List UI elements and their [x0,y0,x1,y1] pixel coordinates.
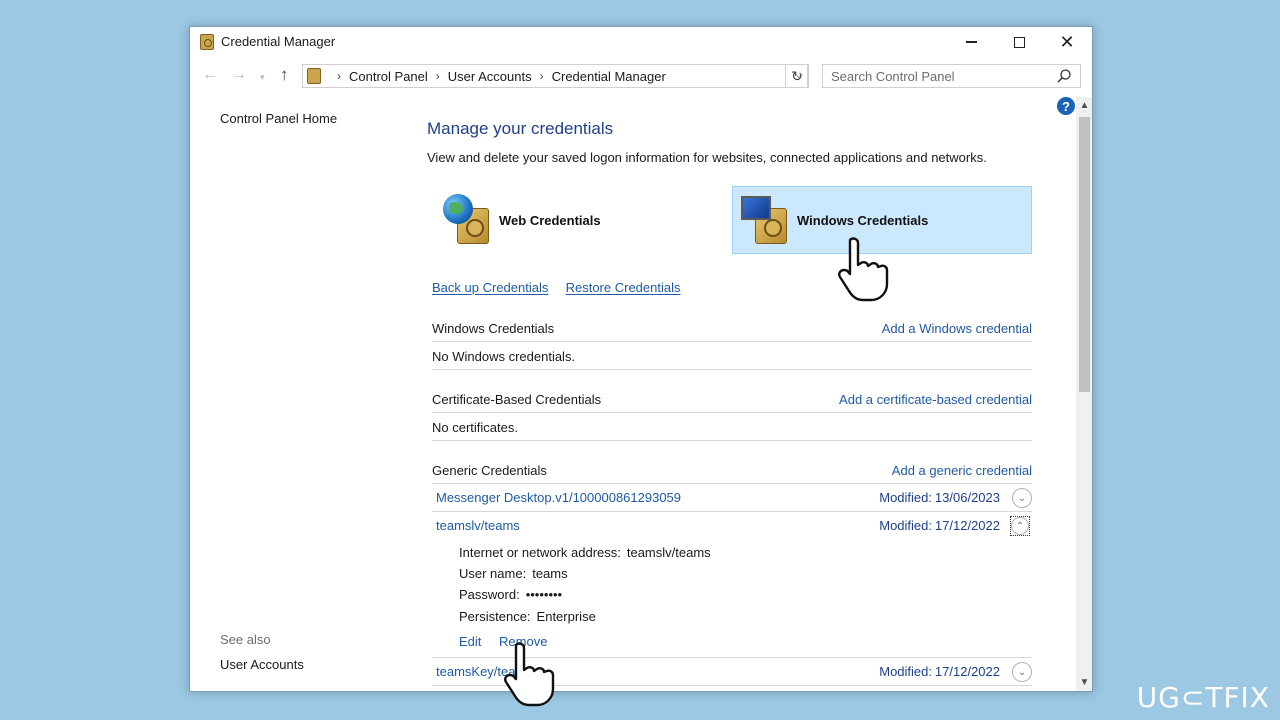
refresh-button[interactable]: ↻ [785,64,809,88]
expand-chevron-icon[interactable]: ⌄ [1012,488,1032,508]
address-label: Internet or network address: [459,545,621,560]
certificate-credentials-section-header: Certificate-Based Credentials Add a cert… [432,388,1032,412]
detail-password: Password: •••••••• [459,587,562,602]
close-button[interactable]: ✕ [1044,27,1090,57]
refresh-icon: ↻ [791,67,803,84]
generic-credentials-section-header: Generic Credentials Add a generic creden… [432,459,1032,483]
breadcrumb-separator-icon[interactable]: › [337,69,341,83]
web-credentials-label: Web Credentials [499,212,601,228]
credential-name[interactable]: teamslv/teams [436,518,520,533]
credential-manager-icon [200,34,214,50]
forward-arrow-icon[interactable]: → [231,66,247,84]
modified-label: Modified: [879,518,932,533]
modified-label: Modified: [879,664,932,679]
windows-credentials-section-header: Windows Credentials Add a Windows creden… [432,317,1032,341]
password-value: •••••••• [525,587,563,602]
user-accounts-link[interactable]: User Accounts [220,657,304,672]
credential-row-expanded[interactable]: teamslv/teams Modified: 17/12/2022 ⌃ [432,513,1032,539]
add-generic-credential-link[interactable]: Add a generic credential [892,463,1032,478]
address-bar[interactable]: › Control Panel › User Accounts › Creden… [302,64,808,88]
minimize-icon [965,41,977,43]
no-windows-credentials-text: No Windows credentials. [432,349,576,364]
recent-locations-chevron-icon[interactable]: ▾ [260,72,265,83]
web-credentials-tile[interactable]: Web Credentials [435,186,735,254]
close-icon: ✕ [1059,31,1075,52]
credential-name[interactable]: Messenger Desktop.v1/100000861293059 [436,490,681,505]
modified-date: 17/12/2022 [934,664,1000,679]
navigation-bar: ← → ▾ ↑ › Control Panel › User Accounts … [190,61,1092,91]
windows-credentials-label: Windows Credentials [797,212,929,228]
minimize-button[interactable] [948,27,994,57]
control-panel-home-link[interactable]: Control Panel Home [220,111,337,126]
persistence-label: Persistence: [459,609,531,624]
collapse-chevron-icon[interactable]: ⌃ [1010,516,1030,536]
vertical-scrollbar[interactable]: ▲ ▼ [1076,97,1092,691]
edit-link[interactable]: Edit [459,634,481,649]
restore-credentials-link[interactable]: Restore Credentials [566,280,681,295]
section-divider [432,369,1032,370]
add-certificate-credential-link[interactable]: Add a certificate-based credential [839,392,1032,407]
detail-persistence: Persistence: Enterprise [459,609,596,624]
section-divider [432,341,1032,342]
control-panel-icon [307,68,321,84]
section-divider [432,440,1032,441]
see-also-label: See also [220,632,271,647]
credential-row[interactable]: Messenger Desktop.v1/100000861293059 Mod… [432,485,1032,511]
modified-label: Modified: [879,490,932,505]
password-label: Password: [459,587,520,602]
address-value: teamslv/teams [626,545,711,560]
hand-pointer-icon [838,237,889,302]
windows-vault-icon [739,192,793,248]
certificate-credentials-section-title: Certificate-Based Credentials [432,392,602,407]
generic-credentials-section-title: Generic Credentials [432,463,547,478]
username-value: teams [532,566,568,581]
modified-date: 17/12/2022 [934,518,1000,533]
maximize-icon [1013,36,1025,48]
backup-restore-links: Back up Credentials Restore Credentials [432,280,680,295]
persistence-value: Enterprise [536,609,596,624]
scroll-down-arrow-icon[interactable]: ▼ [1076,674,1092,691]
breadcrumb-user-accounts[interactable]: User Accounts [448,69,532,84]
maximize-button[interactable] [996,27,1042,57]
back-up-credentials-link[interactable]: Back up Credentials [432,280,548,295]
page-description: View and delete your saved logon informa… [427,150,987,165]
section-divider [432,412,1032,413]
windows-credentials-section-title: Windows Credentials [432,321,555,336]
web-vault-icon [441,192,495,248]
back-arrow-icon[interactable]: ← [202,66,218,84]
no-certificates-text: No certificates. [432,420,518,435]
search-input[interactable] [823,65,1043,87]
expand-chevron-icon[interactable]: ⌄ [1012,662,1032,682]
page-title: Manage your credentials [427,119,614,138]
watermark-logo: UG⊂TFIX [1136,681,1270,714]
detail-address: Internet or network address: teamslv/team… [459,545,711,560]
scrollbar-thumb[interactable] [1079,117,1090,392]
section-divider [432,483,1032,484]
row-divider [432,511,1032,512]
window-title: Credential Manager [221,34,336,49]
search-icon[interactable] [1056,68,1072,84]
breadcrumb-control-panel[interactable]: Control Panel [349,69,428,84]
credential-manager-window: Credential Manager ✕ ← → ▾ ↑ › Control P… [189,26,1093,692]
hand-pointer-icon [504,642,555,707]
up-arrow-icon[interactable]: ↑ [280,65,289,85]
breadcrumb-credential-manager[interactable]: Credential Manager [552,69,666,84]
breadcrumb-separator-icon[interactable]: › [540,69,544,83]
scroll-up-arrow-icon[interactable]: ▲ [1076,97,1092,114]
search-box[interactable] [822,64,1081,88]
modified-date: 13/06/2023 [934,490,1000,505]
title-bar: Credential Manager ✕ [190,27,1092,57]
add-windows-credential-link[interactable]: Add a Windows credential [882,321,1032,336]
help-icon[interactable]: ? [1057,97,1075,115]
breadcrumb-separator-icon[interactable]: › [436,69,440,83]
username-label: User name: [459,566,527,581]
detail-username: User name: teams [459,566,568,581]
